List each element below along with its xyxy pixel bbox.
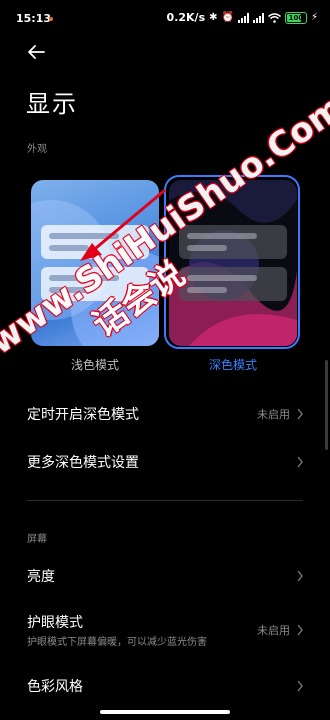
wifi-icon <box>267 12 281 23</box>
row-title: 定时开启深色模式 <box>27 407 139 423</box>
chevron-right-icon <box>297 680 303 692</box>
display-settings-screen: 15:13 0.2K/s ✱ ⏰ 100 ⚡ 显示 外观 浅色模式 深色模式 定… <box>0 0 330 720</box>
row-title: 更多深色模式设置 <box>27 455 139 471</box>
row-title: 护眼模式 <box>27 615 83 631</box>
chevron-right-icon <box>297 570 303 582</box>
color-style-row[interactable]: 色彩风格 <box>0 670 330 706</box>
page-title: 显示 <box>26 90 78 118</box>
status-right-group: 0.2K/s ✱ ⏰ 100 ⚡ <box>167 11 318 24</box>
status-bar: 15:13 0.2K/s ✱ ⏰ 100 ⚡ <box>0 0 330 36</box>
brightness-row[interactable]: 亮度 <box>0 558 330 594</box>
dark-mode-card[interactable] <box>169 180 297 346</box>
chevron-right-icon <box>297 624 303 636</box>
battery-icon: 100 <box>284 11 307 24</box>
appearance-section-label: 外观 <box>27 144 47 155</box>
dark-mode-label[interactable]: 深色模式 <box>169 356 297 373</box>
divider <box>27 500 303 501</box>
eye-care-mode-row[interactable]: 护眼模式 护眼模式下屏幕偏暖，可以减少蓝光伤害 未启用 <box>0 606 330 652</box>
charging-icon: ⚡ <box>310 11 318 23</box>
row-title: 亮度 <box>27 569 55 585</box>
row-subtitle: 护眼模式下屏幕偏暖，可以减少蓝光伤害 <box>27 637 207 648</box>
row-title: 色彩风格 <box>27 679 83 695</box>
network-speed: 0.2K/s <box>166 11 206 24</box>
more-dark-mode-settings-row[interactable]: 更多深色模式设置 <box>0 444 330 480</box>
row-value: 未启用 <box>257 408 290 421</box>
screen-section-label: 屏幕 <box>27 534 47 545</box>
signal-icon <box>252 12 264 23</box>
light-mode-card[interactable] <box>31 180 159 346</box>
scheduled-dark-mode-row[interactable]: 定时开启深色模式 未启用 <box>0 396 330 432</box>
dark-preview-panel <box>179 267 287 301</box>
battery-level: 100 <box>288 13 304 22</box>
back-arrow-icon[interactable] <box>24 40 48 64</box>
dark-wallpaper <box>169 180 297 346</box>
light-mode-label[interactable]: 浅色模式 <box>31 356 159 373</box>
home-indicator[interactable] <box>100 710 230 714</box>
scrollbar[interactable] <box>325 360 328 450</box>
light-preview-panel <box>41 225 149 259</box>
light-preview-panel <box>41 267 149 301</box>
bluetooth-icon: ✱ <box>209 11 218 23</box>
dark-preview-panel <box>179 225 287 259</box>
status-time: 15:13 <box>16 12 52 25</box>
signal-icon <box>237 12 249 23</box>
alarm-icon: ⏰ <box>221 11 234 23</box>
notification-dot-icon <box>49 17 53 21</box>
chevron-right-icon <box>297 408 303 420</box>
row-value: 未启用 <box>257 624 290 637</box>
chevron-right-icon <box>297 456 303 468</box>
